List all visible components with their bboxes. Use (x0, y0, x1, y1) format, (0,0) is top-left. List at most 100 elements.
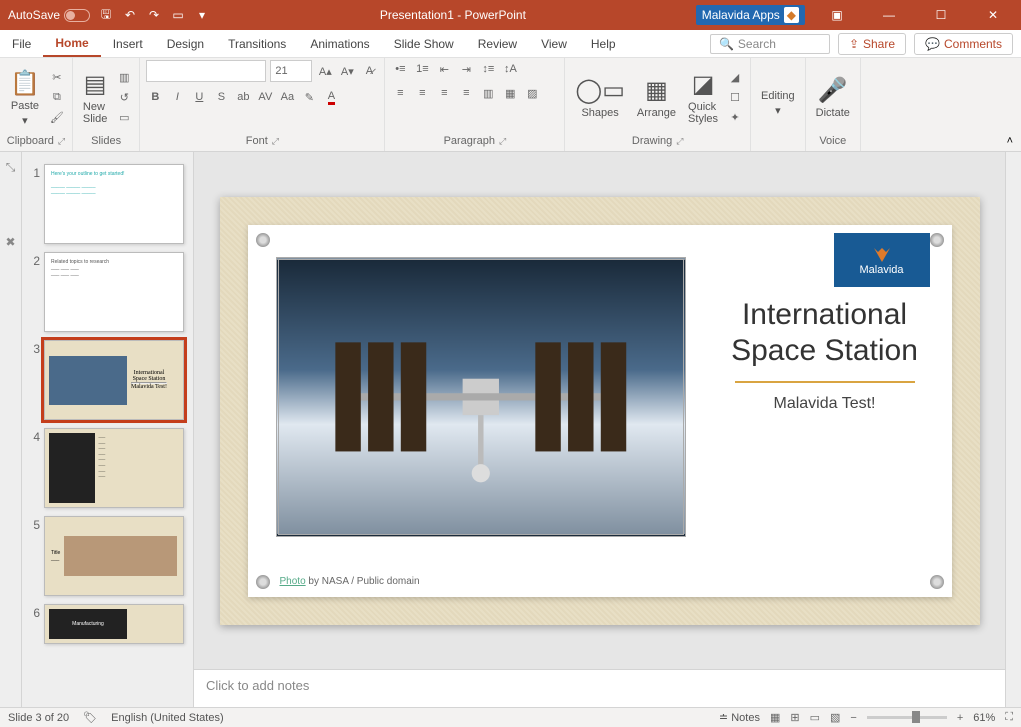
case-icon[interactable]: Aa (278, 88, 296, 106)
slideshow-view-icon[interactable]: ▧ (830, 711, 840, 724)
zoom-out-icon[interactable]: − (850, 712, 856, 724)
dictate-button[interactable]: 🎤Dictate (812, 74, 854, 121)
shrink-font-icon[interactable]: A▾ (338, 62, 356, 80)
ribbon-display-icon[interactable]: ▣ (817, 0, 857, 30)
reading-view-icon[interactable]: ▭ (810, 711, 820, 724)
qat-dropdown-icon[interactable]: ▾ (194, 7, 210, 23)
new-slide-button[interactable]: ▤ New Slide (79, 68, 111, 127)
clear-format-icon[interactable]: A̷ (360, 62, 378, 80)
font-launcher-icon[interactable]: ⤢ (272, 136, 279, 147)
smartart-icon[interactable]: ▨ (523, 84, 541, 102)
minimize-icon[interactable]: — (869, 0, 909, 30)
vertical-scrollbar[interactable] (1005, 152, 1021, 707)
thumb-3[interactable]: InternationalSpace StationMalavida Test! (44, 340, 184, 420)
slide-image[interactable] (276, 257, 686, 537)
photo-link[interactable]: Photo (280, 576, 306, 587)
align-text-icon[interactable]: ▦ (501, 84, 519, 102)
editing-button[interactable]: Editing▾ (757, 88, 799, 119)
fit-window-icon[interactable]: ⛶ (1005, 711, 1013, 724)
section-icon[interactable]: ▭ (115, 109, 133, 127)
search-input[interactable]: 🔍 Search (710, 34, 830, 54)
save-icon[interactable]: 🖫 (98, 7, 114, 23)
start-slideshow-icon[interactable]: ▭ (170, 7, 186, 23)
tab-animations[interactable]: Animations (298, 30, 381, 57)
tab-view[interactable]: View (529, 30, 579, 57)
language-status[interactable]: English (United States) (111, 712, 224, 724)
justify-icon[interactable]: ≡ (457, 84, 475, 102)
font-size-input[interactable] (270, 60, 312, 82)
tab-review[interactable]: Review (466, 30, 529, 57)
quick-styles-button[interactable]: ◪Quick Styles (684, 68, 722, 127)
undo-icon[interactable]: ↶ (122, 7, 138, 23)
spellcheck-icon[interactable]: 🏷 (83, 711, 97, 724)
strike-button[interactable]: S (212, 88, 230, 106)
shape-fill-icon[interactable]: ◢ (726, 69, 744, 87)
maximize-icon[interactable]: ☐ (921, 0, 961, 30)
tab-insert[interactable]: Insert (101, 30, 155, 57)
tab-help[interactable]: Help (579, 30, 628, 57)
numbering-icon[interactable]: 1≡ (413, 60, 431, 78)
slide-canvas[interactable]: Malavida International Space Station Mal… (194, 152, 1005, 669)
notes-toggle[interactable]: ≐ Notes (719, 711, 760, 724)
shape-effects-icon[interactable]: ✦ (726, 109, 744, 127)
highlight-icon[interactable]: ✎ (300, 88, 318, 106)
slide-thumbnails[interactable]: 1Here's your outline to get started!____… (22, 152, 194, 707)
slide-text-block[interactable]: International Space Station Malavida Tes… (720, 297, 930, 413)
underline-button[interactable]: U (190, 88, 208, 106)
outline-eraser-icon[interactable]: ✖ (5, 235, 15, 249)
shapes-button[interactable]: ◯▭Shapes (571, 74, 629, 121)
share-button[interactable]: ⇪ Share (838, 33, 906, 55)
slide[interactable]: Malavida International Space Station Mal… (220, 197, 980, 625)
columns-icon[interactable]: ▥ (479, 84, 497, 102)
spacing-icon[interactable]: AV (256, 88, 274, 106)
indent-right-icon[interactable]: ⇥ (457, 60, 475, 78)
tab-design[interactable]: Design (155, 30, 216, 57)
app-badge[interactable]: Malavida Apps ◆ (696, 5, 805, 25)
line-spacing-icon[interactable]: ↕≡ (479, 60, 497, 78)
clipboard-launcher-icon[interactable]: ⤢ (58, 136, 65, 147)
text-direction-icon[interactable]: ↕A (501, 60, 519, 78)
copy-icon[interactable]: ⧉ (48, 89, 66, 107)
thumb-2[interactable]: Related topics to research___ ___ ______… (44, 252, 184, 332)
tab-home[interactable]: Home (43, 30, 100, 57)
collapse-ribbon-icon[interactable]: ˄ (999, 131, 1021, 151)
drawing-launcher-icon[interactable]: ⤢ (676, 136, 683, 147)
tab-file[interactable]: File (0, 30, 43, 57)
normal-view-icon[interactable]: ▦ (770, 711, 780, 724)
thumb-6[interactable]: Manufacturing (44, 604, 184, 644)
font-color-icon[interactable]: A (322, 88, 340, 106)
align-right-icon[interactable]: ≡ (435, 84, 453, 102)
zoom-in-icon[interactable]: + (957, 712, 963, 724)
close-icon[interactable]: ✕ (973, 0, 1013, 30)
layout-icon[interactable]: ▥ (115, 69, 133, 87)
slide-counter[interactable]: Slide 3 of 20 (8, 712, 69, 724)
shadow-button[interactable]: ab (234, 88, 252, 106)
font-name-input[interactable] (146, 60, 266, 82)
thumb-4[interactable]: ________________________ (44, 428, 184, 508)
zoom-slider[interactable] (867, 716, 947, 719)
paste-button[interactable]: 📋 Paste ▾ (6, 67, 44, 129)
tab-transitions[interactable]: Transitions (216, 30, 298, 57)
italic-button[interactable]: I (168, 88, 186, 106)
autosave-toggle[interactable]: AutoSave (8, 8, 90, 22)
indent-left-icon[interactable]: ⇤ (435, 60, 453, 78)
arrange-button[interactable]: ▦Arrange (633, 74, 680, 121)
comments-button[interactable]: 💬 Comments (914, 33, 1013, 55)
shape-outline-icon[interactable]: ☐ (726, 89, 744, 107)
outline-cursor-icon[interactable]: ⤡ (6, 160, 16, 175)
redo-icon[interactable]: ↷ (146, 7, 162, 23)
reset-icon[interactable]: ↺ (115, 89, 133, 107)
zoom-level[interactable]: 61% (973, 712, 995, 724)
bold-button[interactable]: B (146, 88, 164, 106)
format-painter-icon[interactable]: 🖌 (48, 109, 66, 127)
sorter-view-icon[interactable]: ⊞ (790, 711, 799, 724)
notes-input[interactable]: Click to add notes (194, 669, 1005, 707)
thumb-5[interactable]: Title___ (44, 516, 184, 596)
align-center-icon[interactable]: ≡ (413, 84, 431, 102)
tab-slideshow[interactable]: Slide Show (382, 30, 466, 57)
bullets-icon[interactable]: •≡ (391, 60, 409, 78)
align-left-icon[interactable]: ≡ (391, 84, 409, 102)
cut-icon[interactable]: ✂ (48, 69, 66, 87)
grow-font-icon[interactable]: A▴ (316, 62, 334, 80)
paragraph-launcher-icon[interactable]: ⤢ (499, 136, 506, 147)
